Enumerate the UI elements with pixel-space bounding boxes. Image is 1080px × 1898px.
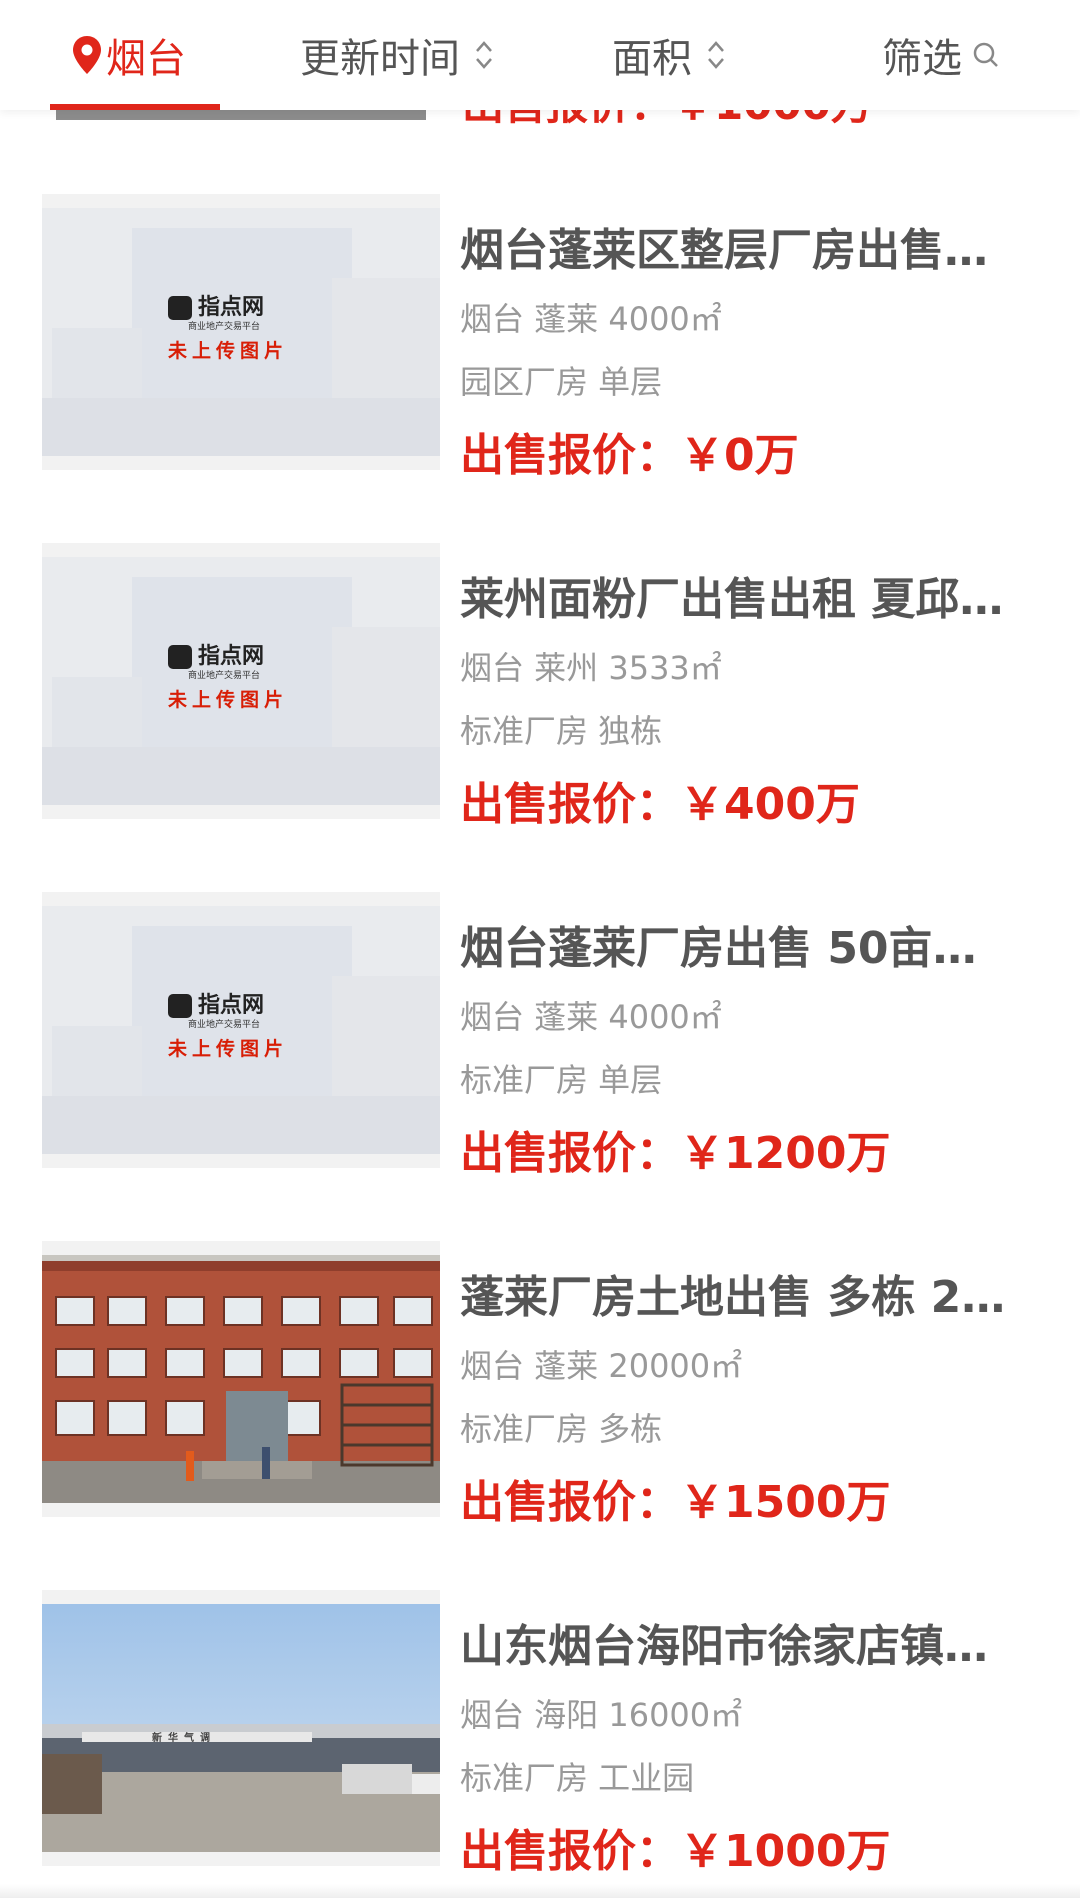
slogan-text: 商业地产交易平台 <box>188 320 260 332</box>
factory-yard-photo: 新华气调 <box>42 1604 440 1852</box>
area-label: 面积 <box>612 36 692 82</box>
listing-title[interactable]: 蓬莱厂房土地出售 多栋 2… <box>460 1261 1020 1325</box>
slogan-text: 商业地产交易平台 <box>188 669 260 681</box>
city-selector[interactable]: 烟台 <box>72 0 186 110</box>
listing-tags: 标准厂房 多栋 <box>460 1410 663 1448</box>
listing-tags: 标准厂房 独栋 <box>460 712 663 750</box>
listing-tags: 标准厂房 单层 <box>460 1061 663 1099</box>
listing-price: 出售报价：￥0万 <box>460 430 799 481</box>
listing-card[interactable]: 新华气调 山东烟台海阳市徐家店镇… 烟台 海阳 16000㎡ 标准厂房 工业园 … <box>0 1590 1080 1890</box>
brand-logo-text: 指点网 <box>198 992 264 1018</box>
sort-updown-icon <box>708 41 724 69</box>
city-label: 烟台 <box>106 36 186 82</box>
listing-tags: 园区厂房 单层 <box>460 363 663 401</box>
listing-thumbnail[interactable]: 新华气调 <box>42 1590 440 1866</box>
listing-thumbnail[interactable] <box>42 1241 440 1517</box>
active-tab-indicator <box>50 104 220 110</box>
listing-title[interactable]: 山东烟台海阳市徐家店镇… <box>460 1610 1020 1674</box>
listing-thumbnail[interactable]: 指点网 商业地产交易平台 未上传图片 <box>42 194 440 470</box>
filter-button[interactable]: 筛选 <box>882 0 1000 110</box>
no-image-notice: 未上传图片 <box>167 1037 288 1060</box>
listing-location-area: 烟台 海阳 16000㎡ <box>460 1696 743 1734</box>
no-image-notice: 未上传图片 <box>167 339 288 362</box>
search-icon <box>973 42 998 67</box>
filter-bar: 烟台 更新时间 面积 筛选 <box>0 0 1080 110</box>
placeholder-image: 指点网 商业地产交易平台 未上传图片 <box>42 208 440 456</box>
no-image-notice: 未上传图片 <box>167 688 288 711</box>
listing-thumbnail[interactable]: 指点网 商业地产交易平台 未上传图片 <box>42 892 440 1168</box>
listing-card[interactable]: 指点网 商业地产交易平台 未上传图片 烟台蓬莱区整层厂房出售… 烟台 蓬莱 40… <box>0 194 1080 494</box>
logo-icon <box>168 645 192 669</box>
listing-card[interactable]: 蓬莱厂房土地出售 多栋 2… 烟台 蓬莱 20000㎡ 标准厂房 多栋 出售报价… <box>0 1241 1080 1541</box>
listing-location-area: 烟台 蓬莱 4000㎡ <box>460 998 722 1036</box>
sort-area[interactable]: 面积 <box>612 0 726 110</box>
listing-location-area: 烟台 莱州 3533㎡ <box>460 649 722 687</box>
brand-logo-text: 指点网 <box>198 294 264 320</box>
listing-card[interactable]: 指点网 商业地产交易平台 未上传图片 烟台蓬莱厂房出售 50亩土… 烟台 蓬莱 … <box>0 892 1080 1192</box>
listing-price: 出售报价：￥1500万 <box>460 1477 891 1528</box>
listing-card[interactable]: 指点网 商业地产交易平台 未上传图片 莱州面粉厂出售出租 夏邱… 烟台 莱州 3… <box>0 543 1080 843</box>
scroll-edge-shadow <box>0 1884 1080 1898</box>
location-pin-icon <box>73 36 101 74</box>
listing-thumbnail[interactable]: 指点网 商业地产交易平台 未上传图片 <box>42 543 440 819</box>
factory-sign-text: 新华气调 <box>152 1731 216 1744</box>
listing-price: 出售报价：￥1200万 <box>460 1128 891 1179</box>
logo-icon <box>168 296 192 320</box>
placeholder-image: 指点网 商业地产交易平台 未上传图片 <box>42 557 440 805</box>
building-photo <box>42 1255 440 1503</box>
listing-price: 出售报价：￥1000万 <box>460 1826 891 1877</box>
placeholder-image: 指点网 商业地产交易平台 未上传图片 <box>42 906 440 1154</box>
listing-title[interactable]: 烟台蓬莱区整层厂房出售… <box>460 214 1020 278</box>
listing-title[interactable]: 烟台蓬莱厂房出售 50亩土… <box>460 912 1020 976</box>
update-time-label: 更新时间 <box>300 36 460 82</box>
slogan-text: 商业地产交易平台 <box>188 1018 260 1030</box>
filter-label: 筛选 <box>882 36 962 82</box>
listing-price: 出售报价：￥400万 <box>460 779 860 830</box>
sort-updown-icon <box>476 41 492 69</box>
listing-location-area: 烟台 蓬莱 4000㎡ <box>460 300 722 338</box>
brand-logo-text: 指点网 <box>198 643 264 669</box>
sort-update-time[interactable]: 更新时间 <box>300 0 494 110</box>
listing-title[interactable]: 莱州面粉厂出售出租 夏邱… <box>460 563 1020 627</box>
listing-location-area: 烟台 蓬莱 20000㎡ <box>460 1347 743 1385</box>
listing-tags: 标准厂房 工业园 <box>460 1759 695 1797</box>
logo-icon <box>168 994 192 1018</box>
